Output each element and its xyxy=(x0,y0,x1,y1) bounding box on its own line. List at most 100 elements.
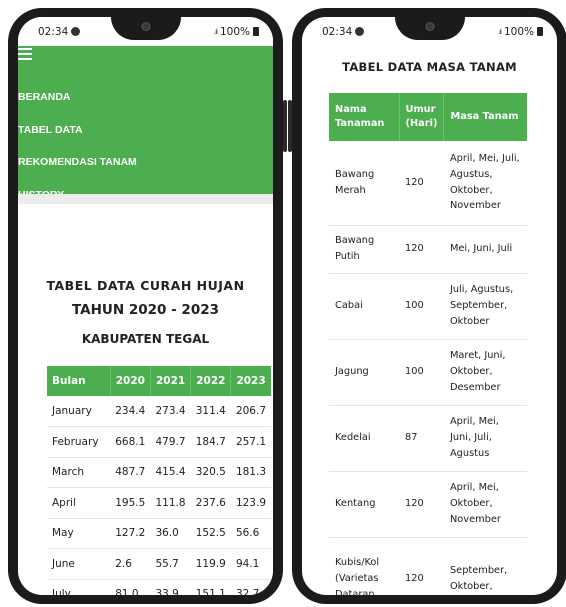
table-cell: Maret, Juni, Oktober, Desember xyxy=(443,339,527,406)
screen-left: 02:34 .ıl 100% BERANDA TABEL DATA REKOME… xyxy=(18,17,273,595)
page-title-line2: TAHUN 2020 - 2023 xyxy=(71,302,220,318)
table-row: Bawang Merah 120 April, Mei, Juli, Agustus… xyxy=(329,141,527,226)
table-cell: January xyxy=(47,396,111,427)
table-cell: 94.1 xyxy=(230,548,271,580)
table-cell: 206.7 xyxy=(230,396,271,427)
table-cell: 311.4 xyxy=(190,396,231,427)
column-header: Nama Tanaman xyxy=(329,93,400,141)
table-cell: 120 xyxy=(399,471,444,538)
table-cell: 36.0 xyxy=(150,518,191,549)
table-cell: June xyxy=(47,548,111,580)
table-cell: 195.5 xyxy=(110,487,151,519)
table-cell: 2.6 xyxy=(110,548,151,580)
battery-icon xyxy=(253,27,259,36)
table-cell: Bawang Merah xyxy=(329,141,399,226)
table-cell: 273.4 xyxy=(150,396,191,427)
battery-icon xyxy=(537,27,543,36)
table-cell: 120 xyxy=(399,537,444,595)
table-cell: 87 xyxy=(399,405,444,472)
column-header: 2020 xyxy=(110,366,151,396)
divider-strip xyxy=(18,194,273,204)
phone-side-button xyxy=(283,100,287,152)
table-cell: 152.5 xyxy=(190,518,231,549)
table-cell: April xyxy=(47,487,111,519)
table-cell: February xyxy=(47,426,111,458)
table-row: April 195.5 111.8 237.6 123.9 xyxy=(47,487,271,519)
page-title-line3: KABUPATEN TEGAL xyxy=(81,332,210,346)
front-camera xyxy=(425,22,434,31)
table-cell: 55.7 xyxy=(150,548,191,580)
signal-icon: .ıl xyxy=(213,27,218,36)
battery-percent: 100% xyxy=(503,25,534,38)
page-title-line1: TABEL DATA CURAH HUJAN xyxy=(46,278,245,293)
table-cell: 123.9 xyxy=(230,487,271,519)
table-row: Cabai 100 Juli, Agustus, September, Oktobe… xyxy=(329,273,527,340)
hamburger-icon[interactable] xyxy=(18,48,32,60)
table-cell: Kentang xyxy=(329,471,399,538)
front-camera xyxy=(141,22,150,31)
table-cell: Cabai xyxy=(329,273,399,340)
table-cell: 184.7 xyxy=(190,426,231,458)
table-cell: April, Mei, Oktober, November xyxy=(443,471,527,538)
table-row: February 668.1 479.7 184.7 257.1 xyxy=(47,426,271,458)
table-cell: 415.4 xyxy=(150,457,191,488)
table-cell: 234.4 xyxy=(110,396,151,427)
table-cell: March xyxy=(47,457,111,488)
table-cell: 100 xyxy=(399,273,444,340)
table-row: Kubis/Kol (Varietas Dataran 120 September,… xyxy=(329,537,527,595)
column-header: Bulan xyxy=(47,366,111,396)
table-row: Bawang Putih 120 Mei, Juni, Juli xyxy=(329,225,527,274)
table-cell: 257.1 xyxy=(230,426,271,458)
screen-right: 02:34 .ıl 100% TABEL DATA MASA TANAM Nam… xyxy=(302,17,557,595)
table-cell: Mei, Juni, Juli xyxy=(443,225,527,274)
nav-item-tabel-data[interactable]: TABEL DATA xyxy=(18,124,83,136)
column-header: 2021 xyxy=(150,366,192,396)
planting-season-table: Nama Tanaman Umur (Hari) Masa Tanam Bawa… xyxy=(329,93,527,595)
table-cell: Jagung xyxy=(329,339,399,406)
nav-item-rekomendasi-tanam[interactable]: REKOMENDASI TANAM xyxy=(18,156,137,168)
table-cell: 119.9 xyxy=(190,548,231,580)
rainfall-table: Bulan 2020 2021 2022 2023 January 234.4 27… xyxy=(47,366,271,595)
table-cell: 320.5 xyxy=(190,457,231,488)
table-cell: 111.8 xyxy=(150,487,191,519)
battery-percent: 100% xyxy=(219,25,250,38)
table-cell: April, Mei, Juli, Agustus, Oktober, Nove… xyxy=(443,141,527,226)
table-cell: May xyxy=(47,518,111,549)
table-cell: Bawang Putih xyxy=(329,225,399,274)
table-row: June 2.6 55.7 119.9 94.1 xyxy=(47,548,271,580)
column-header: 2023 xyxy=(230,366,271,396)
status-time: 02:34 xyxy=(38,25,69,38)
table-cell: Juli, Agustus, September, Oktober xyxy=(443,273,527,340)
signal-icon: .ıl xyxy=(497,27,502,36)
phone-side-button xyxy=(288,100,292,152)
table-cell: Kubis/Kol (Varietas Dataran xyxy=(329,537,399,595)
table-cell: September, Oktober, xyxy=(443,537,527,595)
table-cell: 120 xyxy=(399,225,444,274)
table-cell: 181.3 xyxy=(230,457,271,488)
table-cell: 120 xyxy=(399,141,444,226)
column-header: Masa Tanam xyxy=(443,93,527,141)
phone-frame-left: 02:34 .ıl 100% BERANDA TABEL DATA REKOME… xyxy=(8,8,287,604)
nav-item-beranda[interactable]: BERANDA xyxy=(18,91,71,103)
status-time: 02:34 xyxy=(322,25,353,38)
table-cell: 479.7 xyxy=(150,426,191,458)
table-cell: 100 xyxy=(399,339,444,406)
table-cell: 668.1 xyxy=(110,426,151,458)
table-row: Jagung 100 Maret, Juni, Oktober, Desember xyxy=(329,339,527,406)
column-header: 2022 xyxy=(190,366,232,396)
table-row: Kedelai 87 April, Mei, Juni, Juli, Agustus xyxy=(329,405,527,472)
table-cell: 32.7 xyxy=(230,579,271,595)
table-cell: 33.9 xyxy=(150,579,191,595)
table-header-row: Nama Tanaman Umur (Hari) Masa Tanam xyxy=(329,93,527,141)
phone-frame-right: 02:34 .ıl 100% TABEL DATA MASA TANAM Nam… xyxy=(288,8,566,604)
table-row: Kentang 120 April, Mei, Oktober, November xyxy=(329,471,527,538)
table-cell: 127.2 xyxy=(110,518,151,549)
table-cell: July xyxy=(47,579,111,595)
table-row: July 81.0 33.9 151.1 32.7 xyxy=(47,579,271,595)
camera-dot-icon xyxy=(355,27,365,36)
table-cell: Kedelai xyxy=(329,405,399,472)
column-header: Umur (Hari) xyxy=(399,93,445,141)
table-cell: April, Mei, Juni, Juli, Agustus xyxy=(443,405,527,472)
camera-dot-icon xyxy=(71,27,81,36)
table-cell: 487.7 xyxy=(110,457,151,488)
